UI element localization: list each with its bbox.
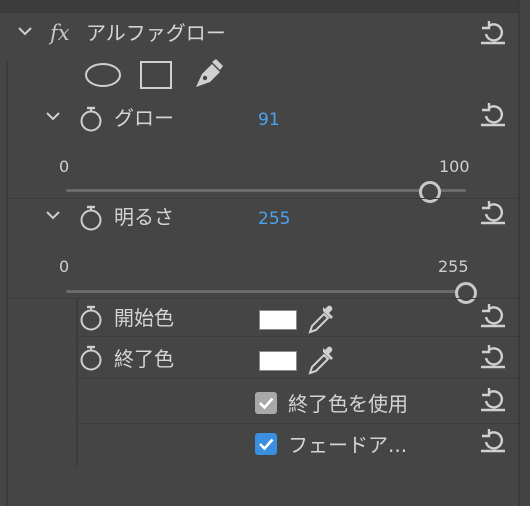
glow-reset-icon[interactable] — [478, 100, 508, 128]
end-color-swatch[interactable] — [259, 351, 297, 371]
start-color-stopwatch-icon[interactable] — [78, 304, 104, 332]
brightness-value[interactable]: 255 — [258, 207, 290, 231]
glow-stopwatch-icon[interactable] — [78, 105, 104, 133]
panel-scrollbar-track[interactable] — [520, 0, 530, 506]
previous-effect-row — [0, 0, 518, 13]
effect-collapse-chevron-icon[interactable] — [16, 24, 34, 38]
brightness-slider-track[interactable] — [66, 290, 466, 293]
brightness-slider-max: 255 — [438, 257, 469, 276]
end-color-reset-icon[interactable] — [478, 342, 508, 370]
tree-guide-line — [6, 60, 8, 506]
ellipse-mask-icon[interactable] — [83, 60, 123, 90]
brightness-stopwatch-icon[interactable] — [78, 204, 104, 232]
start-color-label: 開始色 — [114, 306, 174, 330]
brightness-reset-icon[interactable] — [478, 198, 508, 226]
brightness-slider-min: 0 — [59, 257, 70, 276]
start-color-swatch[interactable] — [259, 310, 297, 330]
row-divider — [78, 423, 518, 424]
brightness-label: 明るさ — [114, 205, 174, 229]
glow-collapse-chevron-icon[interactable] — [44, 109, 62, 123]
start-color-reset-icon[interactable] — [478, 301, 508, 329]
brightness-collapse-chevron-icon[interactable] — [44, 208, 62, 222]
use-end-color-reset-icon[interactable] — [478, 385, 508, 413]
use-end-color-checkbox[interactable] — [255, 392, 277, 414]
use-end-color-label: 終了色を使用 — [288, 392, 408, 416]
end-color-label: 終了色 — [114, 347, 174, 371]
row-divider — [8, 198, 518, 199]
rectangle-mask-icon[interactable] — [139, 60, 173, 90]
row-divider — [78, 336, 518, 337]
glow-label: グロー — [114, 106, 174, 130]
end-color-eyedropper-icon[interactable] — [306, 345, 338, 377]
glow-value[interactable]: 91 — [258, 108, 280, 132]
pen-mask-icon[interactable] — [192, 58, 226, 90]
end-color-stopwatch-icon[interactable] — [78, 344, 104, 372]
brightness-slider-thumb[interactable] — [455, 282, 477, 304]
glow-slider-min: 0 — [59, 157, 70, 176]
glow-slider-thumb[interactable] — [419, 181, 441, 203]
row-divider — [8, 298, 518, 299]
glow-slider-max: 100 — [439, 157, 470, 176]
fade-out-checkbox[interactable] — [255, 433, 277, 455]
effect-name: アルファグロー — [86, 21, 226, 45]
fx-toggle[interactable]: fx — [50, 21, 70, 45]
start-color-eyedropper-icon[interactable] — [306, 304, 338, 336]
glow-slider-track[interactable] — [66, 189, 466, 192]
row-divider — [78, 378, 518, 379]
fade-out-label: フェードア... — [288, 433, 408, 457]
effect-reset-icon[interactable] — [478, 18, 508, 46]
fade-out-reset-icon[interactable] — [478, 426, 508, 454]
